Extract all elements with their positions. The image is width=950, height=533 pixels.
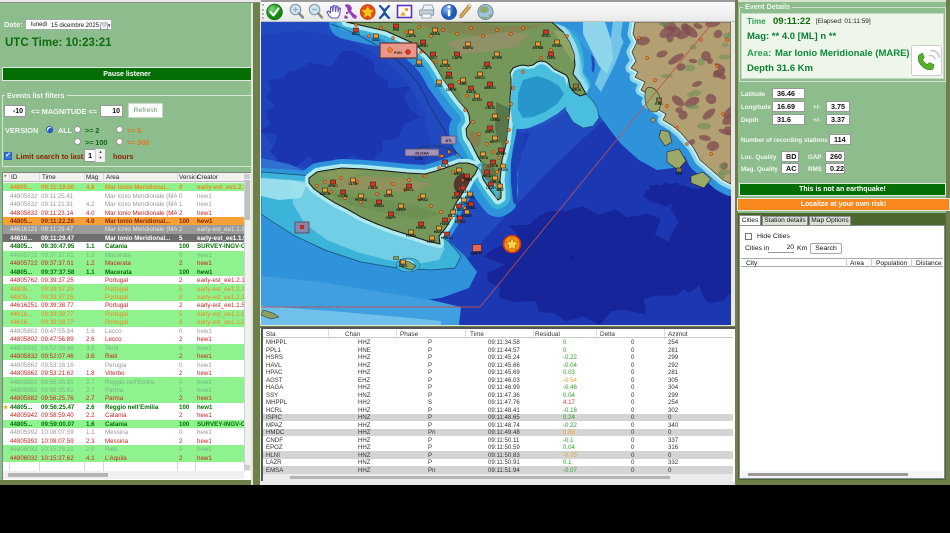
svg-text:CHCA: CHCA xyxy=(478,156,489,160)
svg-text:SMPL: SMPL xyxy=(485,130,496,134)
svg-text:CAPA: CAPA xyxy=(406,34,416,38)
svg-text:SGG: SGG xyxy=(445,76,453,80)
svg-text:KRK: KRK xyxy=(655,102,663,106)
svg-text:MCC: MCC xyxy=(352,32,361,36)
svg-text:MPAZ: MPAZ xyxy=(418,198,429,202)
svg-text:PGN: PGN xyxy=(394,51,402,55)
svg-text:MTMB: MTMB xyxy=(533,46,544,50)
svg-text:MOTT: MOTT xyxy=(490,140,501,144)
svg-text:RESU: RESU xyxy=(374,204,384,208)
svg-text:MDG: MDG xyxy=(399,264,408,268)
svg-text:CAFE: CAFE xyxy=(482,66,492,70)
svg-text:NOC2: NOC2 xyxy=(475,76,485,80)
svg-text:CLTB: CLTB xyxy=(348,182,358,186)
svg-text:MSCL: MSCL xyxy=(404,188,415,192)
svg-text:SIRI: SIRI xyxy=(460,82,467,86)
svg-text:CUC: CUC xyxy=(435,84,443,88)
svg-text:VULT: VULT xyxy=(428,56,438,60)
svg-text:ESML: ESML xyxy=(466,206,477,210)
svg-text:COMI: COMI xyxy=(338,194,347,198)
svg-text:VLS: VLS xyxy=(676,172,684,176)
svg-text:#ILISHA: #ILISHA xyxy=(415,152,429,156)
svg-text:GPEP: GPEP xyxy=(396,208,407,212)
svg-text:BTL: BTL xyxy=(446,139,454,143)
svg-text:ECZM: ECZM xyxy=(448,214,458,218)
svg-text:LAZR: LAZR xyxy=(486,186,496,190)
svg-text:SERR: SERR xyxy=(496,152,506,156)
svg-text:HPACJ: HPACJ xyxy=(441,236,453,240)
svg-text:SPAC: SPAC xyxy=(328,184,338,188)
svg-text:TAR1: TAR1 xyxy=(546,56,555,60)
svg-text:ISPIC: ISPIC xyxy=(427,240,437,244)
svg-text:MUCR: MUCR xyxy=(320,192,331,196)
svg-text:TORR: TORR xyxy=(462,178,473,182)
svg-text:PNI: PNI xyxy=(393,28,399,32)
svg-text:CERA: CERA xyxy=(490,118,501,122)
svg-text:PAUL: PAUL xyxy=(414,64,424,68)
svg-text:MMGO: MMGO xyxy=(484,86,496,90)
svg-text:HVZN: HVZN xyxy=(406,234,416,238)
svg-text:SLCN: SLCN xyxy=(472,98,482,102)
svg-text:MSRU: MSRU xyxy=(463,46,474,50)
svg-text:ACER: ACER xyxy=(440,64,451,68)
svg-text:FAGN: FAGN xyxy=(552,44,562,48)
svg-text:EMSG: EMSG xyxy=(455,220,466,224)
svg-text:RAFF: RAFF xyxy=(386,216,396,220)
svg-text:VAGA: VAGA xyxy=(430,32,441,36)
svg-text:SCRL: SCRL xyxy=(384,194,395,198)
svg-text:EMFS: EMFS xyxy=(452,196,463,200)
svg-text:HAGA: HAGA xyxy=(434,230,445,234)
svg-text:SAO: SAO xyxy=(372,38,380,42)
svg-text:MILZ: MILZ xyxy=(441,164,450,168)
svg-text:MESG: MESG xyxy=(454,172,465,176)
svg-text:NICA: NICA xyxy=(483,174,492,178)
svg-text:CMPR: CMPR xyxy=(446,88,457,92)
svg-text:CELB: CELB xyxy=(485,106,495,110)
svg-text:HAVL: HAVL xyxy=(440,222,450,226)
svg-text:PETRA: PETRA xyxy=(355,198,368,202)
svg-text:SALB: SALB xyxy=(466,90,476,94)
svg-text:MHPPL: MHPPL xyxy=(471,252,484,256)
svg-text:PSAG: PSAG xyxy=(498,168,508,172)
svg-text:SRLB: SRLB xyxy=(571,88,581,92)
svg-text:CSLB: CSLB xyxy=(368,186,378,190)
svg-text:LCO: LCO xyxy=(415,157,423,161)
svg-text:MRB1: MRB1 xyxy=(418,44,428,48)
svg-text:HSRS: HSRS xyxy=(416,226,427,230)
svg-text:CAPR: CAPR xyxy=(452,56,463,60)
svg-text:NOCI: NOCI xyxy=(542,34,551,38)
svg-text:ECNV: ECNV xyxy=(462,214,473,218)
svg-text:MRZ: MRZ xyxy=(496,188,505,192)
svg-text:SCHR: SCHR xyxy=(492,56,503,60)
